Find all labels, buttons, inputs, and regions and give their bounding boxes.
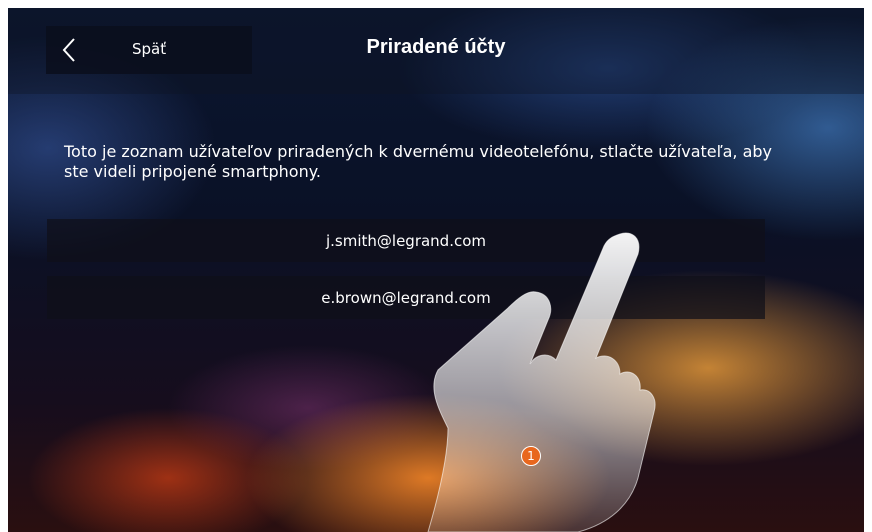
description-text: Toto je zoznam užívateľov priradených k … [64, 142, 773, 181]
step-number-badge: 1 [521, 446, 541, 466]
account-email: j.smith@legrand.com [325, 231, 487, 250]
account-row[interactable]: j.smith@legrand.com [47, 219, 765, 262]
account-row[interactable]: e.brown@legrand.com [47, 276, 765, 319]
account-email: e.brown@legrand.com [321, 288, 491, 307]
page-title: Priradené účty [366, 36, 506, 58]
intercom-screen: Späť Priradené účty Toto je zoznam užíva… [8, 8, 864, 532]
